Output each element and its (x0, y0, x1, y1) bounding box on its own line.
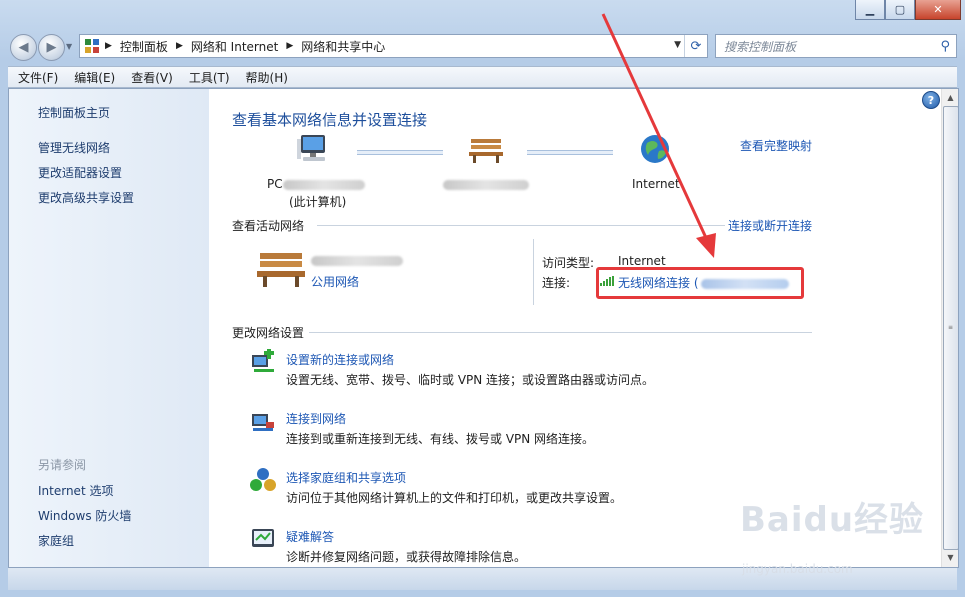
divider (317, 225, 725, 226)
internet-label: Internet (632, 177, 680, 191)
breadcrumb-chevron-icon[interactable]: ▶ (105, 41, 112, 51)
task-desc: 诊断并修复网络问题，或获得故障排除信息。 (286, 550, 527, 564)
task-title[interactable]: 连接到网络 (286, 410, 346, 427)
breadcrumb-chevron-icon[interactable]: ▶ (286, 41, 293, 51)
connect-disconnect-link[interactable]: 连接或断开连接 (728, 217, 812, 234)
pc-name-prefix: PC (267, 177, 283, 191)
watermark-url: jingyan.baidu.com (742, 562, 853, 576)
connect-network-icon (252, 414, 274, 431)
divider (309, 332, 812, 333)
sidebar-item-windows-firewall[interactable]: Windows 防火墙 (38, 507, 131, 524)
sidebar-item-homegroup[interactable]: 家庭组 (38, 532, 74, 549)
sidebar-item-manage-wireless[interactable]: 管理无线网络 (38, 139, 110, 156)
public-network-bench-icon (257, 253, 305, 287)
menu-view[interactable]: 查看(V) (131, 69, 173, 86)
highlight-box (596, 267, 804, 299)
active-networks-header: 查看活动网络 (232, 219, 305, 233)
address-bar[interactable]: ▶ 控制面板 ▶ 网络和 Internet ▶ 网络和共享中心 ▼ ⟳ (79, 34, 708, 58)
see-also-header: 另请参阅 (38, 458, 87, 472)
breadcrumb: ▶ 控制面板 ▶ 网络和 Internet ▶ 网络和共享中心 (105, 38, 385, 55)
full-map-link[interactable]: 查看完整映射 (740, 137, 812, 154)
change-settings-header: 更改网络设置 (232, 326, 305, 340)
close-button[interactable]: ✕ (915, 0, 961, 20)
page-title: 查看基本网络信息并设置连接 (232, 111, 428, 129)
watermark-logo: Baidu经验 (740, 500, 925, 540)
new-connection-icon (252, 349, 274, 372)
search-placeholder: 搜索控制面板 (724, 39, 797, 54)
redacted-pc-name (282, 179, 365, 190)
sidebar-item-advanced-sharing[interactable]: 更改高级共享设置 (38, 189, 134, 206)
scroll-up-icon[interactable]: ▲ (943, 90, 958, 105)
search-icon[interactable]: ⚲ (940, 39, 950, 54)
sidebar-item-adapter-settings[interactable]: 更改适配器设置 (38, 164, 122, 181)
sidebar-item-internet-options[interactable]: Internet 选项 (38, 482, 113, 499)
maximize-button[interactable]: ▢ (885, 0, 915, 20)
bench-icon[interactable] (469, 135, 503, 163)
minimize-button[interactable]: ▁ (855, 0, 885, 20)
breadcrumb-network-internet[interactable]: 网络和 Internet (191, 38, 278, 55)
sidebar: 控制面板主页 管理无线网络 更改适配器设置 更改高级共享设置 另请参阅 Inte… (9, 89, 209, 567)
vertical-scrollbar[interactable]: ▲ ≡ ▼ (941, 89, 958, 567)
sidebar-item-control-panel-home[interactable]: 控制面板主页 (38, 104, 110, 121)
task-title[interactable]: 设置新的连接或网络 (286, 351, 394, 368)
menu-tools[interactable]: 工具(T) (189, 69, 230, 86)
active-network-name (311, 253, 403, 267)
vertical-divider (533, 239, 534, 305)
computer-icon[interactable] (297, 133, 331, 165)
breadcrumb-chevron-icon[interactable]: ▶ (176, 41, 183, 51)
access-type-value: Internet (618, 254, 666, 268)
task-title[interactable]: 疑难解答 (286, 528, 334, 545)
menu-help[interactable]: 帮助(H) (246, 69, 288, 86)
redacted-network-name (311, 255, 403, 266)
search-box[interactable]: 搜索控制面板 ⚲ (715, 34, 957, 58)
address-dropdown-icon[interactable]: ▼ (674, 40, 681, 50)
caption-buttons: ▁ ▢ ✕ (855, 0, 961, 20)
forward-arrow-icon: ▶ (46, 40, 57, 55)
help-icon[interactable]: ? (922, 91, 940, 109)
breadcrumb-network-sharing-center[interactable]: 网络和共享中心 (301, 38, 385, 55)
breadcrumb-control-panel[interactable]: 控制面板 (120, 38, 168, 55)
menu-bar: 文件(F) 编辑(E) 查看(V) 工具(T) 帮助(H) (8, 66, 957, 88)
redacted-network-name (443, 179, 529, 190)
network-name-map (443, 177, 529, 191)
task-title[interactable]: 选择家庭组和共享选项 (286, 469, 406, 486)
menu-edit[interactable]: 编辑(E) (74, 69, 115, 86)
menu-file[interactable]: 文件(F) (18, 69, 58, 86)
history-dropdown-icon[interactable]: ▼ (66, 42, 72, 51)
scrollbar-thumb[interactable]: ≡ (943, 106, 958, 550)
connection-line (357, 150, 443, 155)
pc-subtitle: (此计算机) (289, 195, 347, 209)
task-desc: 连接到或重新连接到无线、有线、拨号或 VPN 网络连接。 (286, 432, 595, 446)
forward-button[interactable]: ▶ (38, 34, 65, 61)
homegroup-icon (250, 468, 276, 491)
globe-icon[interactable] (639, 133, 671, 165)
access-type-label: 访问类型: (542, 256, 595, 270)
network-type-link[interactable]: 公用网络 (311, 273, 359, 290)
troubleshoot-icon (252, 529, 274, 547)
back-arrow-icon: ◀ (18, 40, 29, 55)
back-button[interactable]: ◀ (10, 34, 37, 61)
control-panel-icon (85, 39, 99, 53)
pc-name: PC (267, 177, 365, 191)
task-desc: 访问位于其他网络计算机上的文件和打印机，或更改共享设置。 (286, 491, 623, 505)
connection-line (527, 150, 613, 155)
task-desc: 设置无线、宽带、拨号、临时或 VPN 连接；或设置路由器或访问点。 (286, 373, 655, 387)
scroll-down-icon[interactable]: ▼ (943, 550, 958, 565)
refresh-icon[interactable]: ⟳ (684, 35, 707, 57)
connection-label: 连接: (542, 276, 571, 290)
